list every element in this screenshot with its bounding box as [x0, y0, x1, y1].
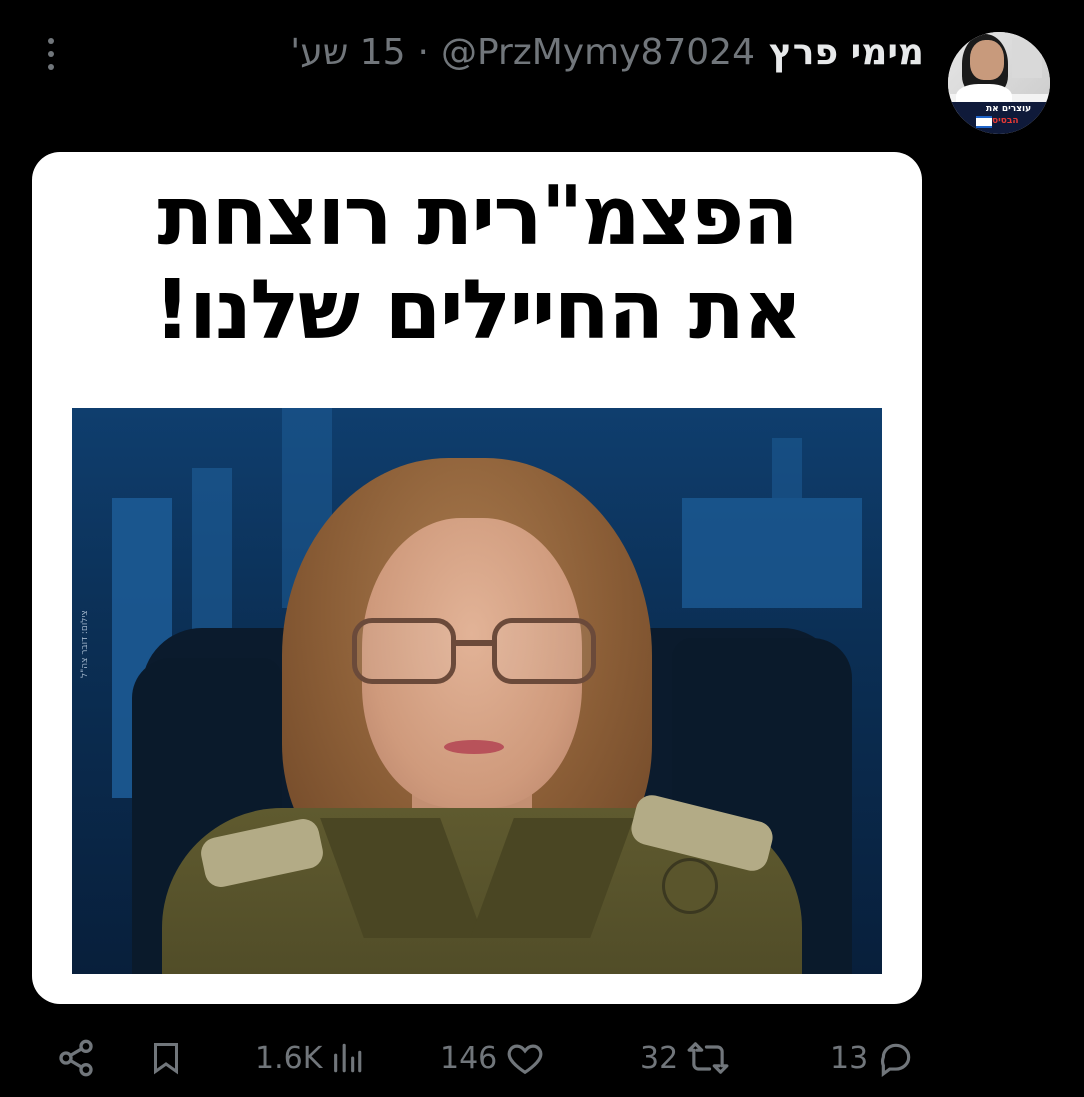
tweet-timestamp[interactable]: 15 שע' [290, 32, 405, 73]
avatar-text-top: עוצרים את [986, 104, 1032, 114]
like-button[interactable]: 146 [440, 1028, 545, 1088]
retweet-icon [687, 1042, 729, 1074]
reply-bubble-icon [881, 1043, 911, 1077]
flag-icon [976, 116, 992, 128]
bookmark-button[interactable] [148, 1028, 184, 1088]
likes-count: 146 [440, 1040, 498, 1076]
media-headline: הפצמ"רית רוצחת את החיילים שלנו! [32, 170, 922, 358]
reply-button[interactable]: 13 [830, 1028, 916, 1088]
more-dots-icon[interactable] [36, 34, 66, 74]
views-chart-icon [334, 1043, 362, 1073]
user-handle[interactable]: @PrzMymy87024 [441, 32, 755, 73]
retweet-button[interactable]: 32 [640, 1028, 730, 1088]
glasses [352, 618, 602, 688]
share-icon [59, 1039, 93, 1077]
heart-icon [507, 1044, 543, 1075]
retweets-count: 32 [640, 1040, 679, 1076]
header-separator: · [417, 31, 429, 73]
replies-count: 13 [830, 1040, 869, 1076]
photo-credit: צילום: דובר צה"ל [80, 610, 90, 678]
media-photo: צילום: דובר צה"ל [72, 408, 882, 974]
tweet-media[interactable]: הפצמ"רית רוצחת את החיילים שלנו! צילום: ד… [32, 152, 922, 1004]
views-count: 1.6K [255, 1040, 323, 1076]
tweet[interactable]: מימי פרץ @PrzMymy87024 · 15 שע' עוצרים א… [0, 0, 1084, 1097]
avatar-text-bottom: הבסיס [992, 116, 1019, 126]
views-button[interactable]: 1.6K [255, 1028, 364, 1088]
uniform-badge-icon [662, 858, 718, 914]
bookmark-icon [154, 1043, 178, 1075]
headline-line-1: הפצמ"רית רוצחת [157, 169, 798, 264]
share-button[interactable] [56, 1028, 96, 1088]
action-bar: 1.6K 146 32 13 [0, 1028, 1084, 1088]
avatar[interactable]: עוצרים את הבסיס [948, 32, 1050, 134]
display-name[interactable]: מימי פרץ [769, 32, 924, 73]
tweet-header: מימי פרץ @PrzMymy87024 · 15 שע' [290, 26, 924, 78]
headline-line-2: את החיילים שלנו! [153, 263, 802, 358]
